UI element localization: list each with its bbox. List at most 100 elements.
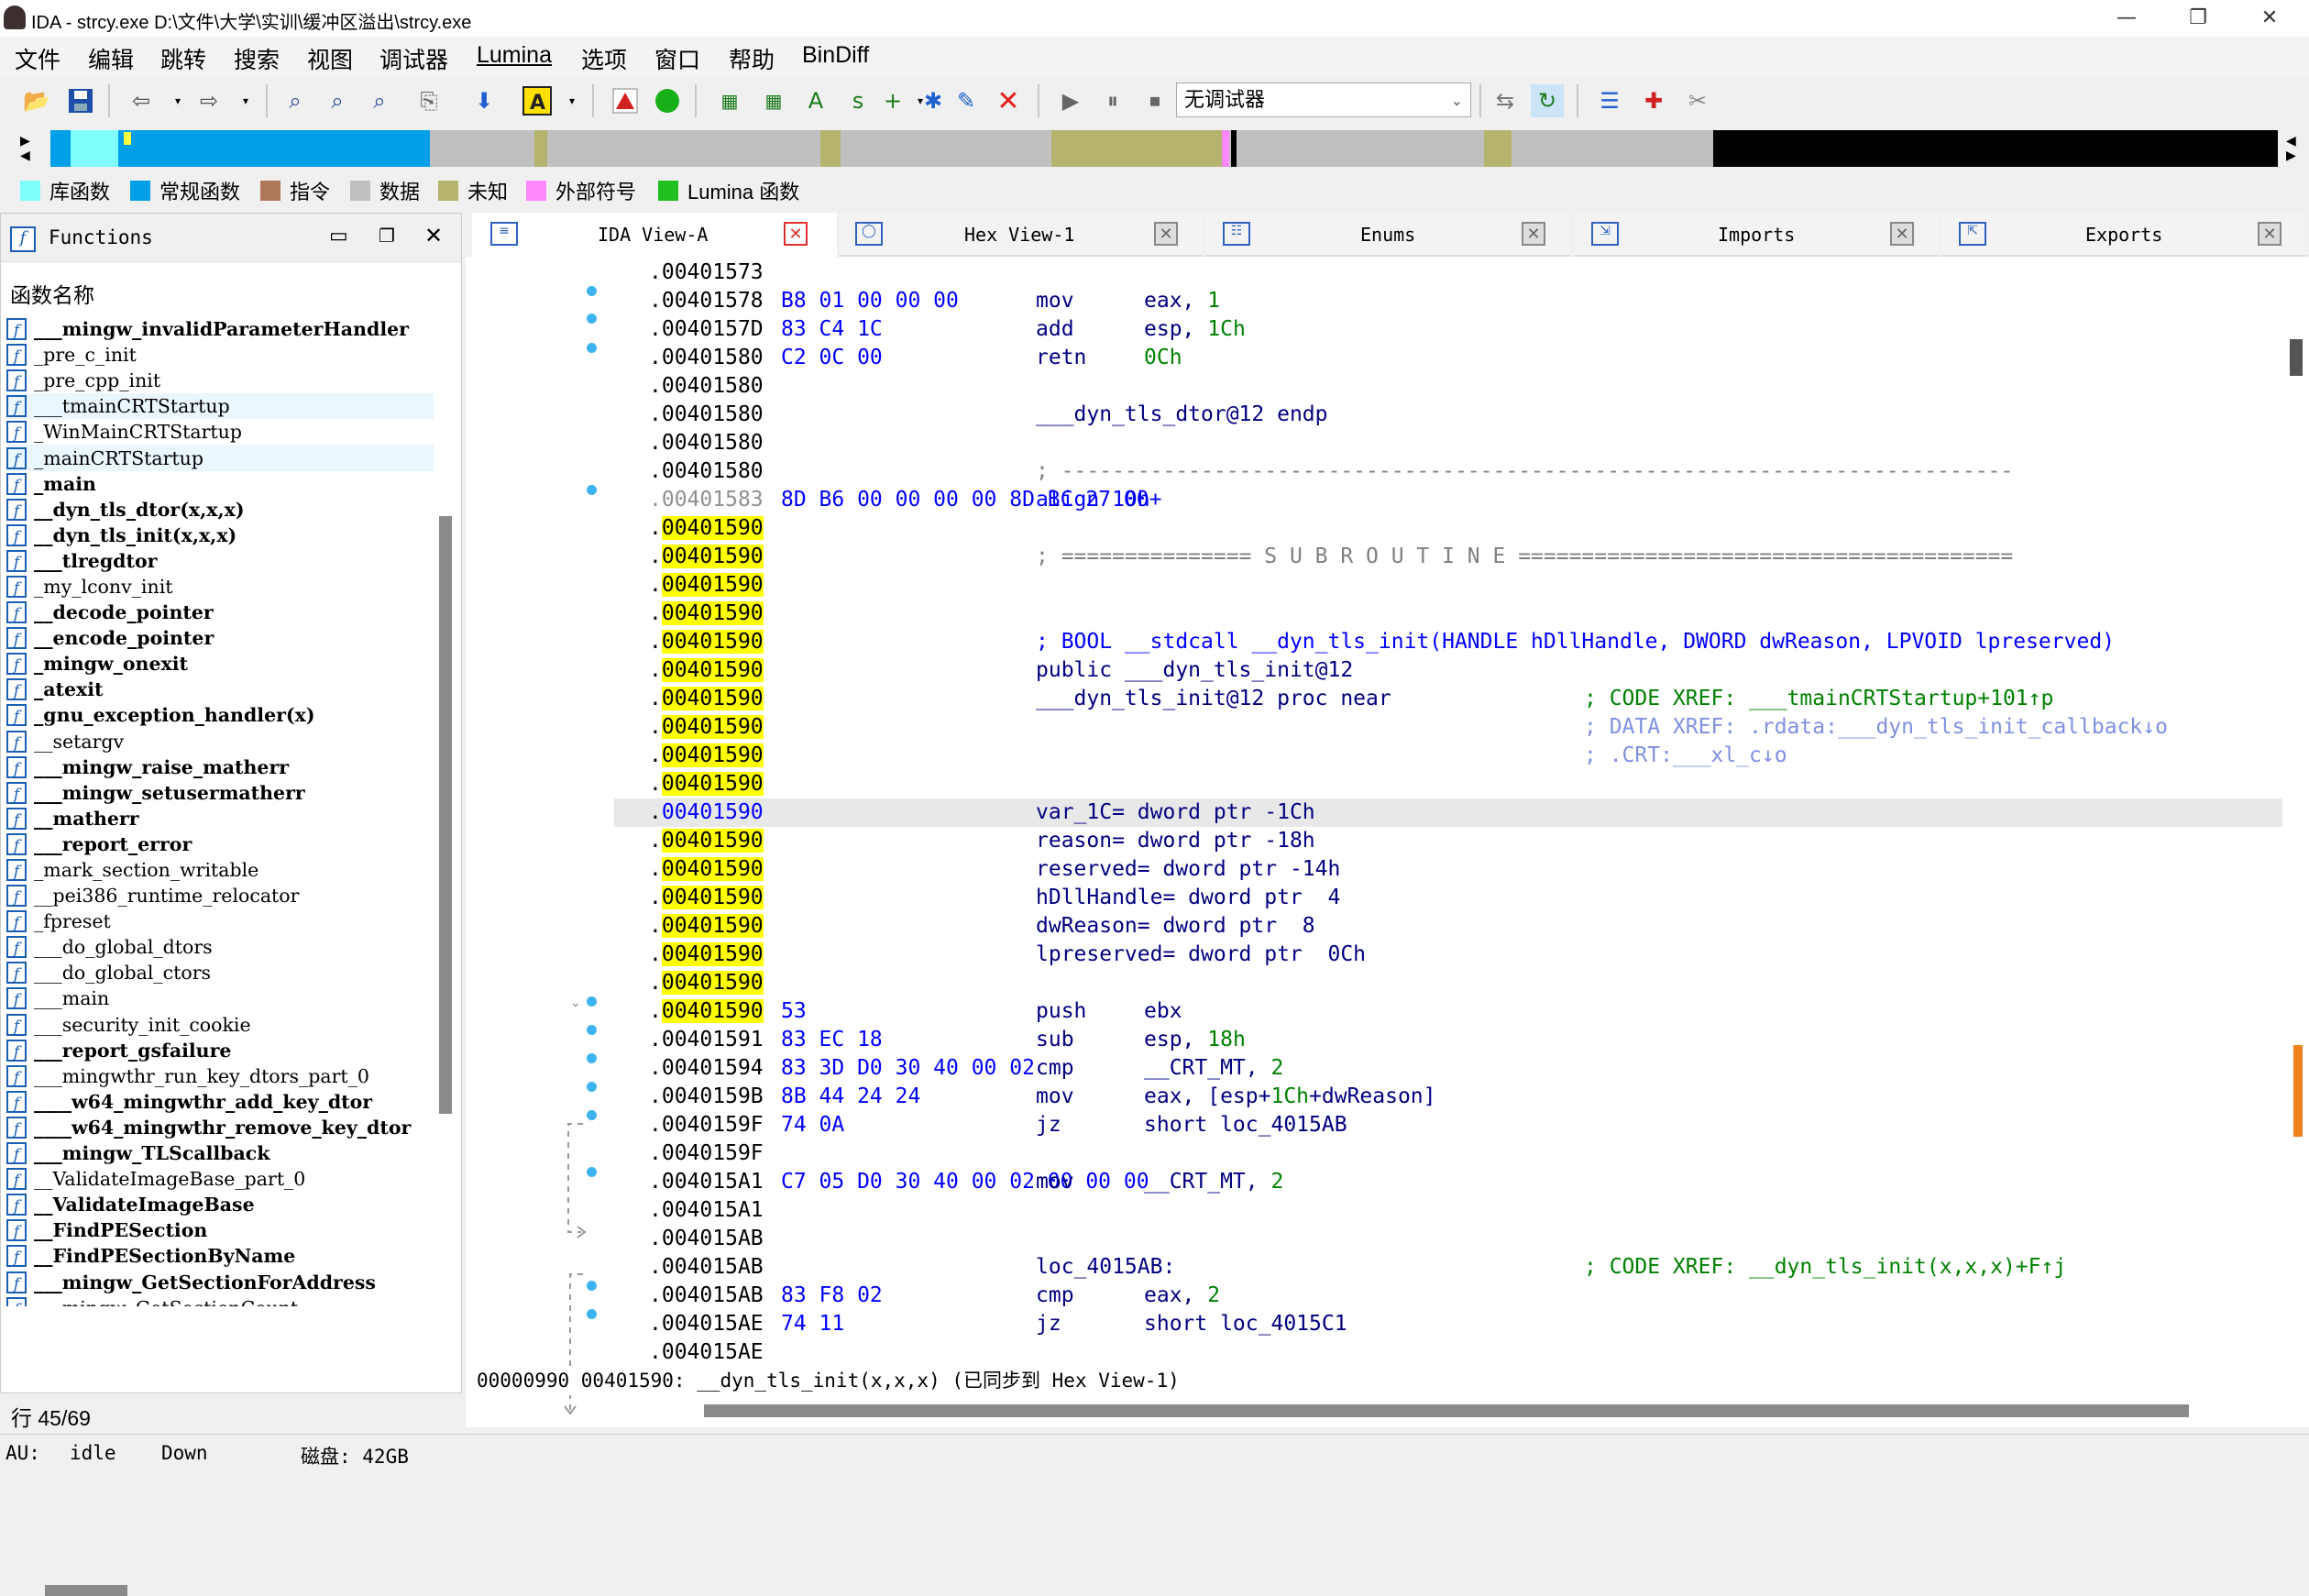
disasm-code[interactable]: ___dyn_tls_init@12 proc near <box>1036 685 1391 713</box>
tab-imports[interactable]: ⇲ Imports ✕ <box>1575 213 1940 257</box>
disasm-line[interactable]: .004015A1 C7 05 D0 30 40 00 02 00 00 00 mo… <box>614 1168 2282 1196</box>
function-list-hscrollbar[interactable] <box>45 1585 127 1596</box>
disasm-code[interactable]: loc_4015AB: <box>1036 1253 1175 1282</box>
function-list-item[interactable]: f _pre_cpp_init <box>6 368 434 393</box>
disasm-code[interactable]: hDllHandle= dword ptr 4 <box>1036 884 1340 912</box>
disasm-line[interactable]: .00401590 var_1C= dword ptr -1Ch <box>614 798 2282 827</box>
function-list-item[interactable]: f _mark_section_writable <box>6 857 434 883</box>
attach-process-icon[interactable]: ⇆ <box>1489 84 1522 117</box>
debugger-select[interactable]: 无调试器 ⌄ <box>1176 83 1471 117</box>
code-xref-comment[interactable]: ; CODE XREF: __dyn_tls_init(x,x,x)+F↑j <box>1584 1253 2066 1282</box>
disasm-line[interactable]: .004015A1 <box>614 1196 2282 1225</box>
nav-left-arrow-icon[interactable]: ▶ <box>20 134 30 149</box>
make-string-icon[interactable]: s <box>841 84 874 117</box>
disasm-code[interactable]: public ___dyn_tls_init@12 <box>1036 656 1353 685</box>
disasm-line[interactable]: .00401573 <box>614 259 2282 287</box>
function-list-item[interactable]: f ___mingw_raise_matherr <box>6 754 434 780</box>
disasm-code[interactable]: align 10h <box>1036 486 1150 514</box>
function-list-item[interactable]: f ____w64_mingwthr_remove_key_dtor <box>6 1115 434 1140</box>
make-data-icon[interactable]: ▦ <box>757 84 790 117</box>
disasm-line[interactable]: .00401590 public ___dyn_tls_init@12 <box>614 656 2282 685</box>
disasm-code[interactable]: lpreserved= dword ptr 0Ch <box>1036 941 1366 969</box>
menu-jump[interactable]: 跳转 <box>160 42 206 75</box>
function-list-item[interactable]: f _gnu_exception_handler(x) <box>6 702 434 728</box>
disasm-line[interactable]: .00401591 83 EC 18 sub esp, 18h <box>614 1026 2282 1054</box>
function-list-item[interactable]: f _WinMainCRTStartup <box>6 419 434 445</box>
disasm-line[interactable]: .00401590 ; BOOL __stdcall __dyn_tls_init… <box>614 628 2282 656</box>
function-list-item[interactable]: f __setargv <box>6 729 434 754</box>
disasm-line[interactable]: .00401590 <box>614 600 2282 628</box>
make-code-icon[interactable]: ▦ <box>713 84 746 117</box>
disasm-code[interactable]: reserved= dword ptr -14h <box>1036 855 1340 884</box>
forward-arrow-icon[interactable]: ⇨ <box>192 84 225 117</box>
pause-icon[interactable]: ⏸ <box>1096 84 1129 117</box>
undefine-x-icon[interactable]: ✕ <box>992 84 1025 117</box>
edit-function-icon[interactable]: ✎ <box>950 84 983 117</box>
delete-breakpoint-icon[interactable]: ✂ <box>1681 84 1714 117</box>
disasm-line[interactable]: .00401578 B8 01 00 00 00 mov eax, 1 <box>614 287 2282 315</box>
function-list-item[interactable]: f _atexit <box>6 677 434 702</box>
binary-search-icon[interactable]: ⌕ <box>279 84 312 117</box>
disasm-line[interactable]: .004015AB <box>614 1225 2282 1253</box>
disasm-line[interactable]: .00401590 <box>614 770 2282 798</box>
nav-scroll-left-icon[interactable]: ◀ <box>2286 134 2296 149</box>
disasm-line[interactable]: .00401590 dwReason= dword ptr 8 <box>614 912 2282 941</box>
disasm-code[interactable]: ___dyn_tls_dtor@12 endp <box>1036 401 1328 429</box>
disassembly-hscrollbar[interactable] <box>704 1404 2189 1417</box>
disasm-line[interactable]: .00401590 reserved= dword ptr -14h <box>614 855 2282 884</box>
function-list-item[interactable]: f ___tlregdtor <box>6 548 434 574</box>
disasm-line[interactable]: .004015AE 74 11 jz short loc_4015C1 <box>614 1310 2282 1338</box>
disasm-code[interactable]: dwReason= dword ptr 8 <box>1036 912 1315 941</box>
disasm-operand[interactable]: esp, 1Ch <box>1144 315 1246 344</box>
function-list-item[interactable]: f _mingw_onexit <box>6 651 434 677</box>
data-xref-comment[interactable]: ; .CRT:___xl_c↓o <box>1584 742 1787 770</box>
disasm-line[interactable]: .004015AB 83 F8 02 cmp eax, 2 <box>614 1282 2282 1310</box>
open-folder-icon[interactable]: 📂 <box>20 84 53 117</box>
close-panel-icon[interactable]: ✕ <box>424 223 443 248</box>
function-list-item[interactable]: f ___report_error <box>6 831 434 857</box>
nav-right-arrow-icon[interactable]: ◀ <box>20 149 30 163</box>
disasm-operand[interactable]: eax, 2 <box>1144 1282 1220 1310</box>
function-list-item[interactable]: f ___mingw_GetSectionCount <box>6 1295 434 1306</box>
disasm-line[interactable]: .004015AB loc_4015AB: ; CODE XREF: __dyn_t… <box>614 1253 2282 1282</box>
back-dropdown-icon[interactable]: ▾ <box>161 84 194 117</box>
function-list-item[interactable]: f ___do_global_ctors <box>6 960 434 985</box>
menu-file[interactable]: 文件 <box>15 42 60 75</box>
function-list-item[interactable]: f ____w64_mingwthr_add_key_dtor <box>6 1089 434 1115</box>
function-list-item[interactable]: f _fpreset <box>6 908 434 934</box>
text-dropdown-icon[interactable]: ▾ <box>555 84 588 117</box>
float-panel-icon[interactable]: ❐ <box>379 225 395 247</box>
text-search-icon[interactable]: ⌕ <box>321 84 354 117</box>
next-search-icon[interactable]: ⎘ <box>412 84 445 117</box>
function-list-item[interactable]: f ___mingw_invalidParameterHandler <box>6 316 434 342</box>
function-list-item[interactable]: f __pei386_runtime_relocator <box>6 883 434 908</box>
disasm-operand[interactable]: eax, 1 <box>1144 287 1220 315</box>
function-list-item[interactable]: f __FindPESectionByName <box>6 1243 434 1269</box>
function-list-item[interactable]: f ___main <box>6 985 434 1011</box>
function-list-item[interactable]: f __encode_pointer <box>6 625 434 651</box>
close-tab-icon[interactable]: ✕ <box>784 222 808 246</box>
tab-exports[interactable]: ⇱ Exports ✕ <box>1942 213 2307 257</box>
disassembly-view[interactable]: ⌄ .00401573 .00401578 B8 01 00 00 00 mov eax… <box>466 257 2309 1427</box>
menu-search[interactable]: 搜索 <box>234 42 280 75</box>
data-xref-comment[interactable]: ; DATA XREF: .rdata:___dyn_tls_init_call… <box>1584 713 2168 742</box>
green-circle-icon[interactable] <box>651 84 684 117</box>
function-list-item[interactable]: f _main <box>6 471 434 497</box>
disasm-line[interactable]: .0040159F <box>614 1139 2282 1168</box>
disasm-line[interactable]: .00401590 <box>614 571 2282 600</box>
close-tab-icon[interactable]: ✕ <box>2258 222 2282 246</box>
menu-edit[interactable]: 编辑 <box>88 42 134 75</box>
function-list-item[interactable]: f __FindPESection <box>6 1217 434 1243</box>
function-list-item[interactable]: f _mainCRTStartup <box>6 445 434 471</box>
close-tab-icon[interactable]: ✕ <box>1890 222 1914 246</box>
menu-options[interactable]: 选项 <box>581 42 627 75</box>
disasm-line[interactable]: .00401590 ; =============== S U B R O U T… <box>614 543 2282 571</box>
disasm-line[interactable]: .00401590 <box>614 514 2282 543</box>
disasm-line[interactable]: .00401590 lpreserved= dword ptr 0Ch <box>614 941 2282 969</box>
disasm-line[interactable]: .00401590 hDllHandle= dword ptr 4 <box>614 884 2282 912</box>
disasm-line[interactable]: .0040157D 83 C4 1C add esp, 1Ch <box>614 315 2282 344</box>
disassembly-vscroll-thumb[interactable] <box>2290 339 2303 376</box>
menu-windows[interactable]: 窗口 <box>654 42 700 75</box>
run-play-icon[interactable]: ▶ <box>1054 84 1087 117</box>
disasm-line[interactable]: .0040159F 74 0A jz short loc_4015AB <box>614 1111 2282 1139</box>
